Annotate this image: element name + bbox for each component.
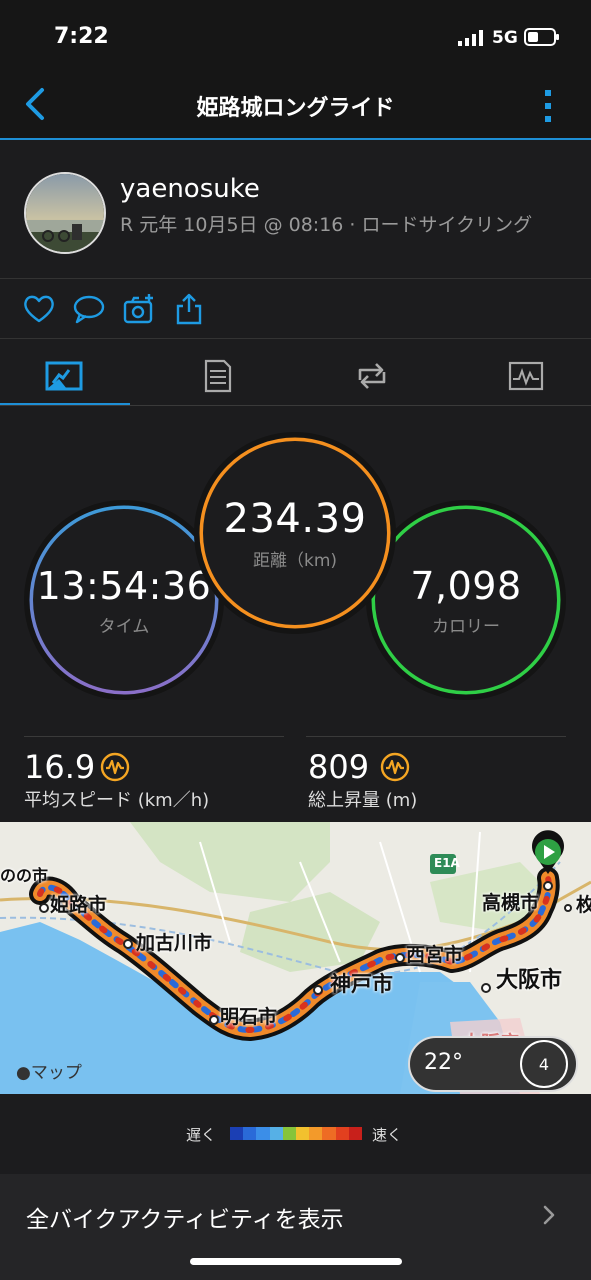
battery-icon bbox=[524, 28, 559, 46]
add-photo-icon[interactable] bbox=[122, 292, 156, 326]
status-time: 7:22 bbox=[54, 24, 109, 49]
tab-laps[interactable] bbox=[308, 346, 436, 406]
divider bbox=[0, 338, 591, 339]
comment-icon[interactable] bbox=[72, 292, 106, 326]
legend-swatch bbox=[309, 1127, 323, 1140]
divider bbox=[0, 278, 591, 279]
legend-swatch bbox=[296, 1127, 310, 1140]
calories-ring: 7,098 カロリー bbox=[366, 500, 566, 700]
activity-badge-icon[interactable] bbox=[380, 752, 410, 782]
distance-ring: 234.39 距離（km) bbox=[194, 432, 396, 634]
legend-swatch bbox=[335, 1127, 349, 1140]
elevation-label: 総上昇量 (m) bbox=[308, 790, 418, 811]
elevation-value: 809 bbox=[308, 748, 370, 786]
distance-label: 距離（km) bbox=[252, 550, 338, 571]
legend-fast-label: 速く bbox=[372, 1126, 403, 1144]
time-value: 13:54:36 bbox=[36, 563, 212, 608]
highway-badge: E1A bbox=[434, 856, 460, 870]
apple-maps-credit: ●マップ bbox=[16, 1063, 82, 1083]
map-label: 枚 bbox=[576, 894, 591, 916]
map-label: 西宮市 bbox=[406, 944, 464, 966]
legend-swatch bbox=[269, 1127, 283, 1140]
username[interactable]: yaenosuke bbox=[120, 174, 260, 204]
home-indicator[interactable] bbox=[190, 1258, 402, 1265]
avatar[interactable] bbox=[24, 172, 106, 254]
document-icon bbox=[204, 359, 232, 393]
map-label: 加古川市 bbox=[136, 932, 213, 954]
legend-slow-label: 遅く bbox=[186, 1126, 217, 1144]
page-title: 姫路城ロングライド bbox=[196, 96, 395, 121]
map-label: 明石市 bbox=[220, 1006, 278, 1028]
apple-logo-icon: ● bbox=[16, 1063, 31, 1083]
signal-icon bbox=[458, 30, 483, 46]
distance-value: 234.39 bbox=[223, 495, 367, 542]
wind-indicator: 4 bbox=[520, 1040, 568, 1088]
legend-swatch bbox=[256, 1127, 270, 1140]
tab-overview[interactable] bbox=[0, 346, 128, 406]
divider bbox=[0, 405, 591, 406]
activity-badge-icon[interactable] bbox=[100, 752, 130, 782]
map-label: 神戸市 bbox=[330, 972, 393, 996]
temperature: 22° bbox=[424, 1050, 463, 1075]
legend-swatch bbox=[243, 1127, 257, 1140]
laps-icon bbox=[358, 363, 386, 389]
calories-value: 7,098 bbox=[410, 563, 522, 608]
legend-swatch bbox=[230, 1127, 244, 1140]
tab-charts[interactable] bbox=[462, 346, 590, 406]
divider bbox=[24, 736, 284, 737]
calories-label: カロリー bbox=[432, 616, 500, 637]
legend-swatch bbox=[348, 1127, 363, 1140]
overview-icon bbox=[45, 361, 83, 391]
map-label: のの市 bbox=[0, 866, 49, 885]
network-type: 5G bbox=[492, 28, 518, 48]
chart-icon bbox=[508, 361, 544, 391]
time-label: タイム bbox=[98, 616, 150, 637]
map-label: 大阪市 bbox=[496, 968, 563, 993]
activity-subtitle: R 元年 10月5日 @ 08:16 · ロードサイクリング bbox=[120, 214, 533, 236]
map-label: 高槻市 bbox=[482, 892, 540, 914]
more-vertical-icon[interactable] bbox=[540, 88, 556, 124]
map-label: 姫路市 bbox=[50, 894, 108, 916]
divider bbox=[306, 736, 566, 737]
wind-speed: 4 bbox=[538, 1054, 550, 1074]
heart-icon[interactable] bbox=[22, 292, 56, 326]
avg-speed-label: 平均スピード (km／h) bbox=[24, 790, 210, 811]
avg-speed-value: 16.9 bbox=[24, 748, 96, 786]
nav-bar: 姫路城ロングライド bbox=[0, 70, 591, 140]
legend-swatch bbox=[322, 1127, 336, 1140]
legend-swatch bbox=[282, 1127, 297, 1140]
chevron-right-icon[interactable] bbox=[542, 1204, 556, 1226]
speed-color-legend bbox=[230, 1127, 363, 1140]
share-icon[interactable] bbox=[172, 292, 206, 326]
all-bike-activities-label[interactable]: 全バイクアクティビティを表示 bbox=[26, 1200, 344, 1234]
tab-details[interactable] bbox=[154, 346, 282, 406]
